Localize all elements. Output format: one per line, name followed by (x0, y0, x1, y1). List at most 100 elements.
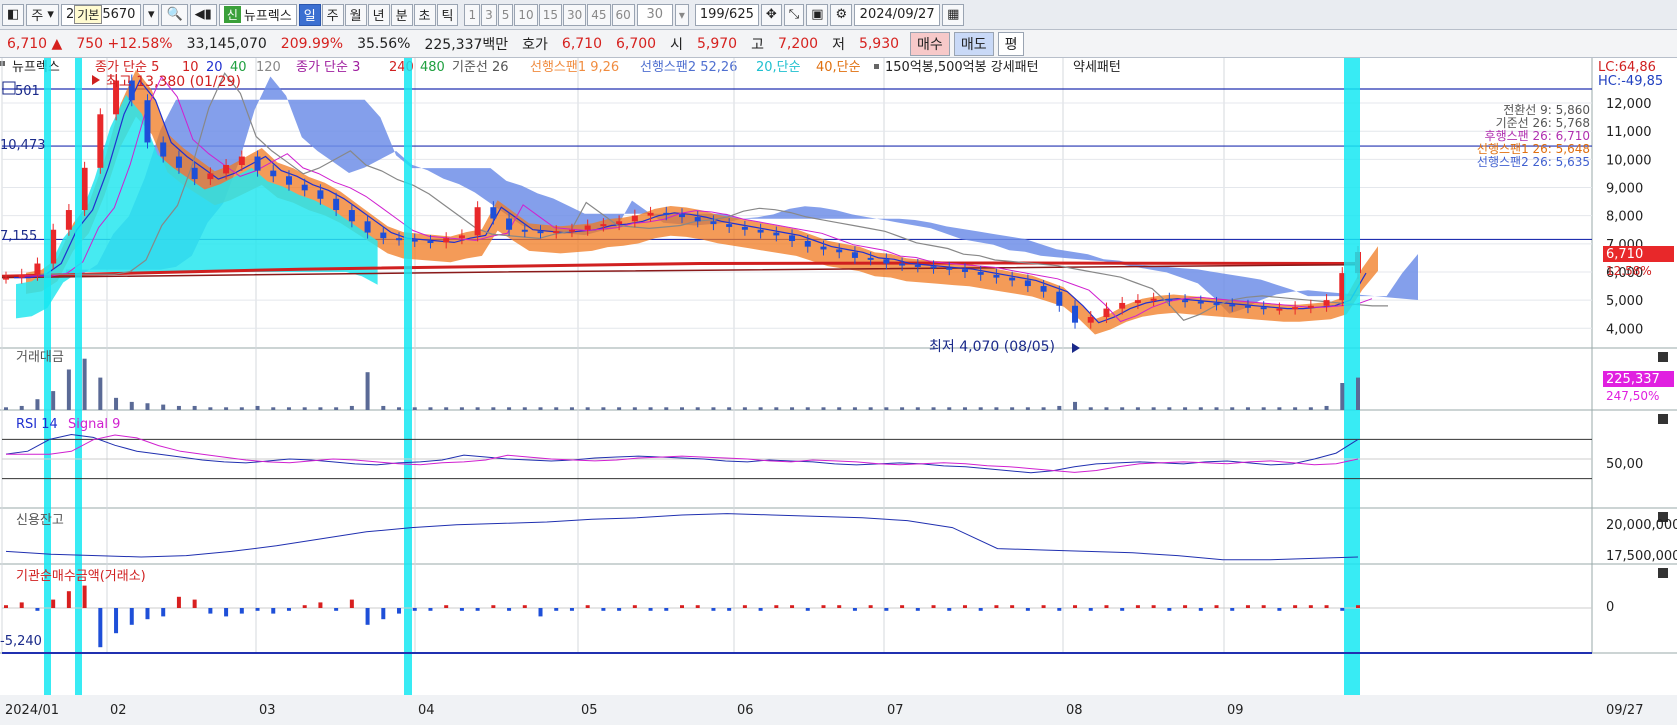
interval-button-5[interactable]: 5 (497, 3, 514, 26)
x-last-label: 09/27 (1606, 703, 1643, 718)
volume-bar-46 (727, 407, 732, 410)
x-axis-bg (0, 695, 1677, 725)
date-input[interactable]: 2024/09/27 (854, 3, 941, 26)
inst-bar-52 (821, 605, 826, 608)
trade-amount: 225,337백만 (424, 36, 509, 53)
buy-button[interactable]: 매수 (910, 31, 950, 56)
volume-bar-5 (82, 358, 87, 410)
volume-bar-60 (947, 407, 952, 410)
candle-body-74 (1166, 298, 1173, 301)
calendar-icon[interactable]: ▦ (942, 3, 965, 26)
interval-button-1[interactable]: 1 (464, 3, 481, 26)
stock-name[interactable]: 신 뉴프렉스 (218, 3, 297, 26)
volume-bar-44 (695, 407, 700, 410)
ichimoku-label-2: 후행스팬 26: 6,710 (1485, 128, 1590, 143)
volume-bar-80 (1261, 407, 1266, 410)
price-change: 750 +12.58% (76, 35, 173, 52)
crosshair-icon[interactable]: ✥ (760, 3, 782, 26)
count-input[interactable]: 199/625 (694, 3, 759, 26)
volume-bar-36 (569, 407, 574, 410)
candle-body-25 (396, 238, 403, 241)
volume-bar-32 (507, 407, 512, 410)
inst-bar-85 (1340, 608, 1345, 611)
avg-button[interactable]: 평 (997, 31, 1025, 56)
legend-sma20: 20,단순 (756, 60, 801, 75)
volume-bar-27 (428, 407, 433, 410)
legend-weak: 약세패턴 (1073, 60, 1121, 75)
search-icon[interactable]: 🔍 (161, 3, 188, 26)
volume-bar-75 (1183, 407, 1188, 410)
volume-bar-74 (1167, 407, 1172, 410)
inst-bar-26 (412, 608, 417, 611)
save-icon[interactable]: ▣ (806, 3, 829, 26)
inst-bar-60 (947, 608, 952, 611)
volume-panel (4, 352, 1668, 410)
stock-chart[interactable]: 뉴프렉스 종가 단순 5 10 20 40 120 종가 단순 3 240 48… (0, 58, 1677, 725)
volume-bar-4 (66, 369, 71, 410)
volume-bar-72 (1135, 407, 1140, 410)
period-tab-4[interactable]: 분 (390, 3, 413, 26)
candle-body-19 (301, 184, 308, 191)
candle-body-84 (1323, 300, 1330, 306)
turnover-rate: 35.56% (357, 35, 411, 52)
period-tab-3[interactable]: 년 (367, 3, 390, 26)
interval-dropdown[interactable]: ▾ (674, 3, 689, 26)
period-tab-1[interactable]: 주 (321, 3, 344, 26)
candle-body-42 (663, 212, 670, 215)
legend-marker-2 (874, 64, 879, 69)
volume-bar-50 (790, 407, 795, 410)
period-tab-6[interactable]: 틱 (436, 3, 459, 26)
last-price-text: 6,710 (1606, 247, 1643, 262)
panel-close-icon-inst[interactable] (1658, 568, 1668, 578)
stock-code-input[interactable]: 2 기본 5670 (60, 3, 141, 26)
period-tab-5[interactable]: 초 (413, 3, 436, 26)
volume-bar-39 (617, 407, 622, 410)
inst-bar-42 (664, 608, 669, 611)
candle-body-0 (3, 277, 9, 280)
credit-panel (5, 512, 1668, 561)
gear-icon[interactable]: ⚙ (830, 3, 853, 26)
inst-bar-43 (680, 605, 684, 608)
candle-body-16 (254, 156, 261, 171)
inst-bar-67 (1057, 608, 1062, 611)
inst-bar-22 (349, 599, 354, 608)
interval-button-15[interactable]: 15 (538, 3, 562, 26)
interval-button-3[interactable]: 3 (481, 3, 497, 26)
inst-bar-68 (1073, 605, 1078, 608)
volume-bar-8 (129, 401, 134, 410)
panel-close-icon-volume[interactable] (1658, 352, 1668, 362)
volume-bar-65 (1025, 407, 1030, 410)
sell-button[interactable]: 매도 (953, 31, 994, 56)
candle-body-35 (553, 231, 560, 234)
candle-body-29 (458, 235, 465, 239)
inst-bar-82 (1293, 605, 1298, 608)
candle-body-58 (914, 264, 921, 267)
volume-bar-28 (444, 407, 449, 410)
volume-bar-18 (286, 407, 291, 410)
candle-body-71 (1119, 302, 1126, 309)
inst-title: 기관순매수금액(거래소) (16, 569, 146, 584)
panel-toggle-icon[interactable]: ◧ (2, 3, 25, 26)
interval-button-10[interactable]: 10 (514, 3, 538, 26)
speaker-icon[interactable]: ◀▮ (189, 3, 217, 26)
volume-bar-83 (1308, 407, 1313, 410)
interval-input[interactable]: 30 (636, 3, 673, 26)
legend-ma2-label: 종가 단순 3 (296, 60, 360, 75)
period-tab-2[interactable]: 월 (344, 3, 367, 26)
inst-bar-80 (1261, 605, 1266, 608)
panel-close-icon-rsi[interactable] (1658, 414, 1668, 424)
period-tab-0[interactable]: 일 (298, 3, 321, 26)
interval-button-60[interactable]: 60 (611, 3, 635, 26)
inst-bar-33 (522, 605, 527, 608)
legend-kijun: 기준선 26 (452, 60, 509, 75)
legend-sma40: 40,단순 (816, 60, 861, 75)
inst-bar-86 (1356, 605, 1360, 608)
period-tabs: 일주월년분초틱 (298, 3, 459, 26)
code-dropdown-button[interactable]: ▾ (142, 3, 160, 26)
trend-tool-icon[interactable]: ⤡ (783, 3, 805, 26)
interval-button-45[interactable]: 45 (587, 3, 611, 26)
interval-button-30[interactable]: 30 (562, 3, 587, 26)
market-select[interactable]: 주 ▾ (26, 3, 59, 26)
inst-zero-label: 0 (1606, 600, 1614, 615)
candle-body-32 (506, 218, 513, 230)
